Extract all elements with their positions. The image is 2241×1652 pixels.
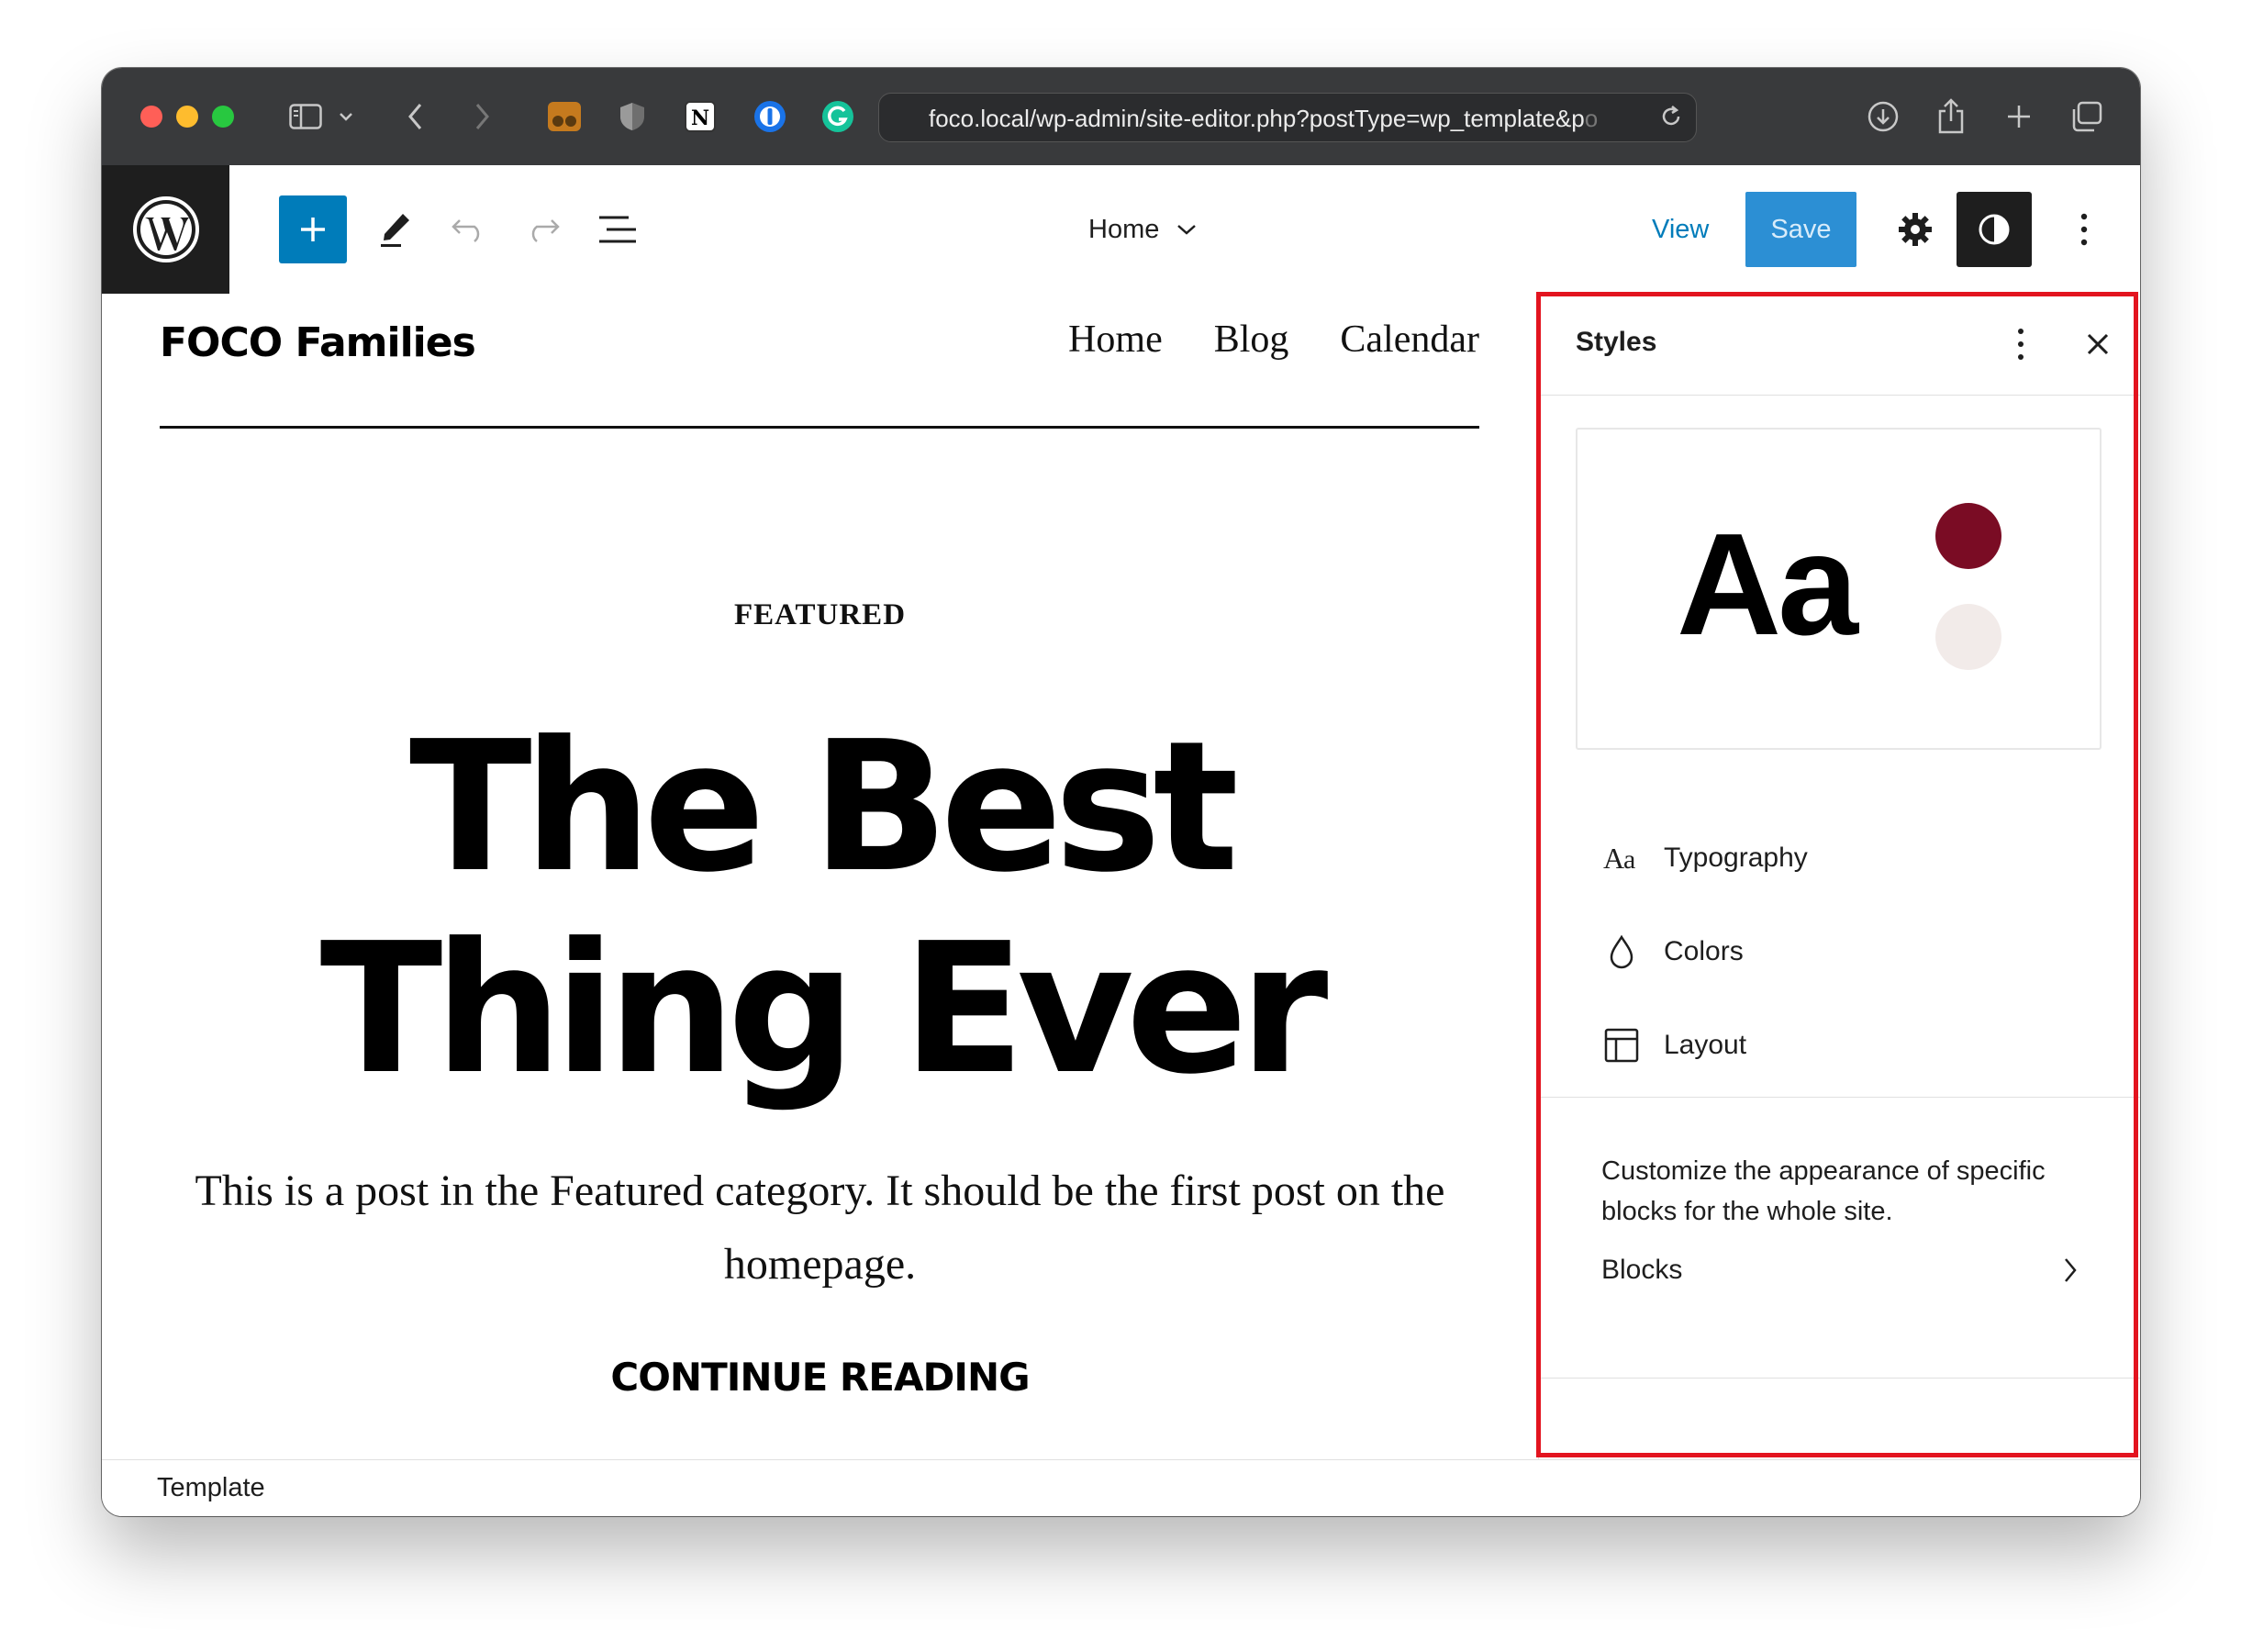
styles-nav-typography[interactable]: Aa Typography <box>1601 831 1808 886</box>
password-manager-icon[interactable] <box>750 95 790 138</box>
editor-canvas[interactable]: FOCO Families Home Blog Calendar FEATURE… <box>102 294 1538 1459</box>
editor-footer: Template <box>102 1459 2140 1516</box>
browser-titlebar: N foco.local/wp-admin/site-editor.php?po… <box>102 68 2140 166</box>
styles-toggle-button[interactable] <box>1957 192 2032 267</box>
close-window-button[interactable] <box>140 106 162 128</box>
styles-nav-colors[interactable]: Colors <box>1601 924 1744 979</box>
gear-icon <box>1899 213 1932 246</box>
preview-color-primary <box>1935 503 2001 569</box>
vertical-ellipsis-icon <box>2080 213 2088 246</box>
half-circle-contrast-icon <box>1979 214 2010 245</box>
url-text: foco.local/wp-admin/site-editor.php?post… <box>929 105 1585 132</box>
add-block-button[interactable] <box>279 195 347 263</box>
panel-divider <box>1539 1378 2140 1379</box>
list-view-icon <box>599 216 636 243</box>
typography-icon: Aa <box>1601 838 1642 878</box>
document-title: Home <box>1088 214 1160 244</box>
settings-button[interactable] <box>1889 203 1942 256</box>
editor-toolbar: Home View Save <box>102 165 2140 295</box>
undo-icon <box>452 219 480 242</box>
undo-button[interactable] <box>441 195 496 263</box>
svg-text:a: a <box>1623 844 1635 874</box>
tab-overview-icon[interactable] <box>2066 95 2108 138</box>
options-menu-button[interactable] <box>2066 203 2102 256</box>
post-excerpt[interactable]: This is a post in the Featured category.… <box>184 1155 1455 1301</box>
downloads-icon[interactable] <box>1862 95 1904 138</box>
site-title[interactable]: FOCO Families <box>160 319 476 366</box>
minimize-window-button[interactable] <box>176 106 198 128</box>
styles-nav-layout[interactable]: Layout <box>1601 1018 1746 1073</box>
post-title-line-2: Thing Ever <box>319 905 1329 1114</box>
styles-panel-title: Styles <box>1576 327 1657 357</box>
notion-icon[interactable]: N <box>680 95 720 138</box>
post-title-line-1: The Best <box>408 703 1239 912</box>
style-preview-card[interactable]: Aa <box>1576 428 2102 750</box>
typography-label: Typography <box>1664 843 1808 873</box>
styles-panel-header: Styles <box>1539 294 2140 396</box>
post-title[interactable]: The Best Thing Ever <box>102 707 1538 1111</box>
layout-icon <box>1601 1025 1642 1066</box>
svg-text:N: N <box>691 106 709 130</box>
document-title-dropdown[interactable]: Home <box>1088 204 1198 255</box>
panel-divider <box>1539 1097 2140 1098</box>
shield-icon[interactable] <box>612 95 652 138</box>
redo-button[interactable] <box>515 195 570 263</box>
browser-window: N foco.local/wp-admin/site-editor.php?po… <box>102 68 2140 1516</box>
redo-icon <box>531 219 560 242</box>
list-view-button[interactable] <box>590 195 645 263</box>
continue-reading-link[interactable]: CONTINUE READING <box>102 1355 1538 1400</box>
chevron-down-icon <box>1177 225 1197 235</box>
svg-text:A: A <box>1603 843 1624 874</box>
back-icon[interactable] <box>397 95 434 138</box>
sidebar-toggle-icon[interactable] <box>285 95 326 138</box>
preview-color-secondary <box>1935 604 2001 670</box>
extension-icon[interactable] <box>544 95 585 138</box>
grammarly-icon[interactable] <box>818 95 858 138</box>
forward-icon[interactable] <box>463 95 500 138</box>
nav-item-home[interactable]: Home <box>1068 318 1163 362</box>
chevron-down-icon[interactable] <box>335 95 357 138</box>
share-icon[interactable] <box>1930 95 1972 138</box>
header-separator <box>160 426 1479 429</box>
blocks-description: Customize the appearance of specific blo… <box>1601 1156 2046 1226</box>
styles-sidebar: Styles Aa Aa Typography Colors Layout Cu… <box>1538 294 2140 1459</box>
wordpress-logo-icon[interactable] <box>102 165 229 294</box>
styles-more-button[interactable] <box>2002 321 2039 367</box>
close-icon <box>2087 333 2109 355</box>
vertical-ellipsis-icon <box>2018 329 2024 360</box>
blocks-label: Blocks <box>1601 1255 1683 1285</box>
pencil-icon <box>381 214 409 247</box>
breadcrumb[interactable]: Template <box>157 1473 265 1503</box>
nav-item-blog[interactable]: Blog <box>1214 318 1289 362</box>
colors-label: Colors <box>1664 936 1744 966</box>
new-tab-icon[interactable] <box>1998 95 2040 138</box>
chevron-right-icon <box>2065 1258 2077 1282</box>
layout-label: Layout <box>1664 1030 1747 1060</box>
plus-icon <box>301 218 325 241</box>
close-styles-button[interactable] <box>2075 321 2121 367</box>
styles-nav-blocks[interactable]: Blocks <box>1601 1243 2079 1298</box>
style-preview-text: Aa <box>1677 504 1858 665</box>
edit-tool-button[interactable] <box>368 195 423 263</box>
view-button[interactable]: View <box>1652 204 1709 255</box>
save-button[interactable]: Save <box>1745 192 1856 267</box>
zoom-window-button[interactable] <box>212 106 234 128</box>
site-navigation: Home Blog Calendar <box>1068 318 1479 362</box>
post-category[interactable]: FEATURED <box>102 598 1538 632</box>
url-text-fade: o <box>1584 105 1599 132</box>
reload-icon[interactable] <box>1655 95 1688 138</box>
address-bar[interactable]: foco.local/wp-admin/site-editor.php?post… <box>878 93 1697 142</box>
droplet-icon <box>1601 932 1642 972</box>
nav-item-calendar[interactable]: Calendar <box>1340 318 1479 362</box>
